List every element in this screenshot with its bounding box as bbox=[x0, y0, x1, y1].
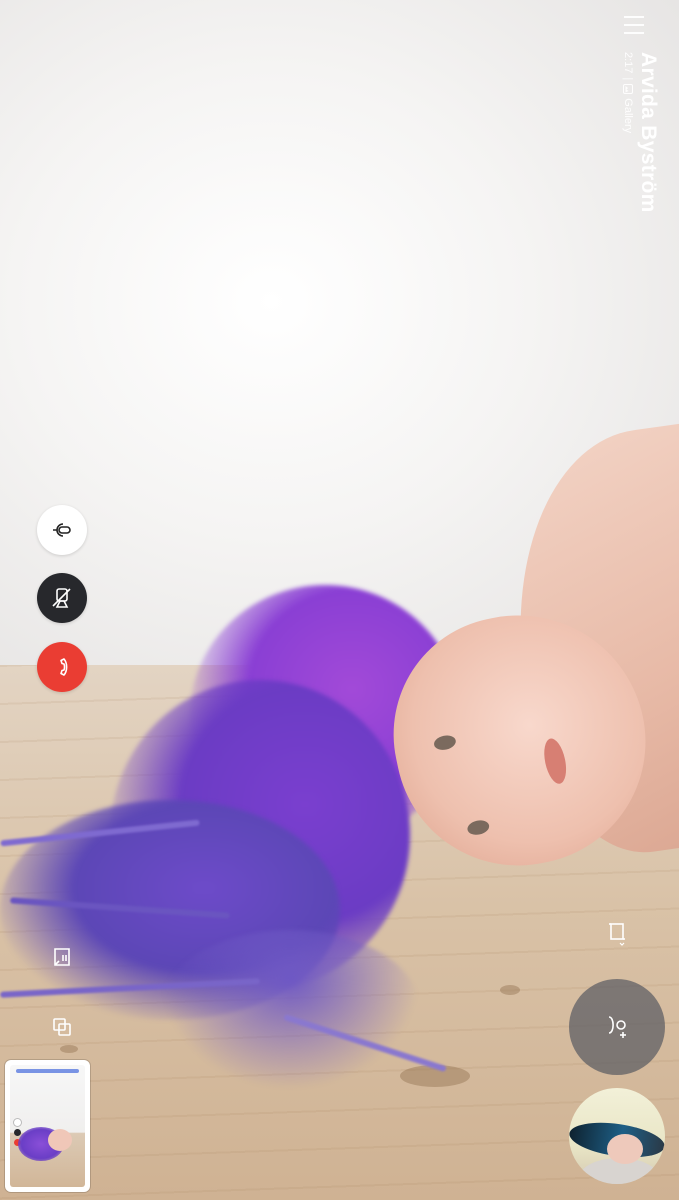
phone-hangup-icon bbox=[50, 655, 74, 679]
call-duration: 2:17 bbox=[622, 52, 634, 74]
document-icon[interactable] bbox=[48, 943, 76, 971]
source-label: Gallery bbox=[622, 98, 634, 134]
microphone-icon bbox=[50, 518, 74, 542]
self-view-preview[interactable] bbox=[569, 1088, 665, 1184]
camera-off-icon bbox=[50, 586, 74, 610]
separator: | bbox=[622, 77, 634, 81]
microphone-button[interactable] bbox=[37, 505, 87, 555]
end-call-button[interactable] bbox=[37, 642, 87, 692]
add-person-icon bbox=[604, 1014, 630, 1040]
camera-toggle-button[interactable] bbox=[37, 573, 87, 623]
hamburger-menu-icon[interactable] bbox=[624, 14, 644, 36]
call-header: Arvida Byström 2:17 | Gallery bbox=[622, 52, 660, 242]
gallery-icon bbox=[623, 84, 633, 95]
caller-name: Arvida Byström bbox=[637, 52, 660, 213]
add-person-button[interactable] bbox=[569, 979, 665, 1075]
screenshot-thumbnail[interactable] bbox=[5, 1060, 90, 1192]
crop-icon[interactable] bbox=[604, 920, 632, 948]
layers-icon[interactable] bbox=[48, 1013, 76, 1041]
call-status-row: 2:17 | Gallery bbox=[622, 52, 634, 242]
